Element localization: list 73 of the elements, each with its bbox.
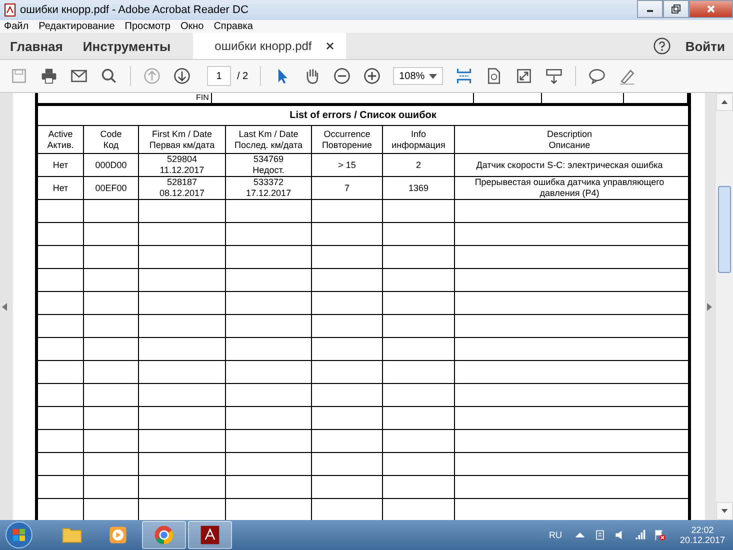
menu-item[interactable]: Файл	[4, 21, 29, 32]
column-header: Active Актив.	[38, 126, 84, 153]
zoom-out-icon[interactable]	[333, 67, 352, 85]
taskbar-app[interactable]	[188, 521, 232, 549]
table-cell-text: Датчик скорости S-C: электрическая ошибка	[475, 158, 664, 172]
tab[interactable]: Главная	[0, 33, 73, 59]
device-icon[interactable]	[594, 529, 606, 541]
column-header: First Km / Date Первая км/дата	[139, 126, 226, 153]
scroll-mode-icon[interactable]	[545, 67, 564, 85]
table-cell: > 15	[312, 154, 383, 176]
start-button[interactable]	[4, 520, 34, 550]
caret-icon	[429, 74, 438, 78]
table-title: List of errors / Список ошибок	[38, 106, 688, 126]
right-panel-arrow-icon[interactable]	[707, 302, 712, 310]
flag-warning-icon[interactable]	[654, 529, 666, 541]
menu-item[interactable]: Редактирование	[38, 21, 115, 32]
menu-item[interactable]: Справка	[214, 21, 253, 32]
scroll-down-icon[interactable]	[721, 509, 728, 513]
minimize-button[interactable]	[637, 0, 663, 18]
table-cell: 533372 17.12.2017	[226, 177, 312, 199]
signal-icon[interactable]	[634, 529, 646, 541]
clock-time[interactable]: 22:02	[691, 525, 714, 535]
restore-button[interactable]	[663, 0, 689, 18]
taskbar-app[interactable]	[142, 521, 186, 549]
help-icon[interactable]	[653, 37, 672, 55]
highlighter-icon[interactable]	[618, 67, 636, 85]
left-panel-arrow-icon[interactable]	[2, 302, 7, 310]
table-cell-text: Прерывестая ошибка датчика управляющего давления (P4)	[474, 177, 666, 199]
close-button[interactable]	[689, 0, 733, 18]
table-cell: 7	[312, 177, 383, 199]
column-header: Last Km / Date Послед. км/дата	[226, 126, 312, 153]
search-icon[interactable]	[100, 67, 118, 85]
window-title: ошибки кнорр.pdf - Adobe Acrobat Reader DC	[20, 4, 250, 16]
page-number-field[interactable]: 1	[207, 66, 231, 86]
menu-item[interactable]: Окно	[180, 21, 204, 32]
scroll-up-icon[interactable]	[721, 100, 728, 104]
page-total: / 2	[237, 70, 248, 82]
column-header: Info информация	[383, 126, 455, 153]
clock-date[interactable]: 20.12.2017	[680, 535, 725, 545]
fit-page-icon[interactable]	[455, 67, 474, 85]
print-icon[interactable]	[40, 67, 58, 85]
comment-icon[interactable]	[588, 67, 606, 85]
tab[interactable]: Инструменты	[72, 33, 181, 59]
table-cell: 534769 Недост.	[226, 154, 312, 176]
mail-icon[interactable]	[70, 67, 88, 85]
tab[interactable]: ошибки кнорр.pdf	[192, 33, 346, 59]
restore-icon	[671, 4, 681, 14]
zoom-dropdown[interactable]: 108%	[393, 67, 444, 85]
sign-in-link[interactable]: Войти	[685, 38, 725, 54]
table-cell: 00EF00	[84, 177, 139, 199]
zoom-in-icon[interactable]	[363, 67, 382, 85]
close-icon	[706, 4, 716, 14]
menu-item[interactable]: Просмотр	[124, 21, 170, 32]
table-cell: Нет	[38, 177, 84, 199]
column-header: Occurrence Повторение	[312, 126, 383, 153]
table-cell: Нет	[38, 154, 84, 176]
language-indicator[interactable]: RU	[548, 530, 562, 540]
pdf-app-icon	[199, 524, 221, 546]
table-cell: FIN	[38, 93, 212, 103]
table-cell: 000D00	[84, 154, 139, 176]
browser-icon	[153, 524, 175, 546]
table-cell: 528187 08.12.2017	[139, 177, 226, 199]
scrollbar-thumb[interactable]	[718, 186, 731, 273]
table-cell: 529804 11.12.2017	[139, 154, 226, 176]
vertical-scrollbar[interactable]	[716, 93, 733, 520]
column-header: Code Код	[84, 126, 139, 153]
table-cell: 1369	[383, 177, 455, 199]
play-icon	[107, 524, 129, 546]
full-screen-icon[interactable]	[515, 67, 534, 85]
table-cell: 2	[383, 154, 455, 176]
close-icon[interactable]	[326, 42, 334, 50]
pdf-file-icon	[4, 3, 16, 17]
column-header: Description Описание	[546, 128, 594, 152]
